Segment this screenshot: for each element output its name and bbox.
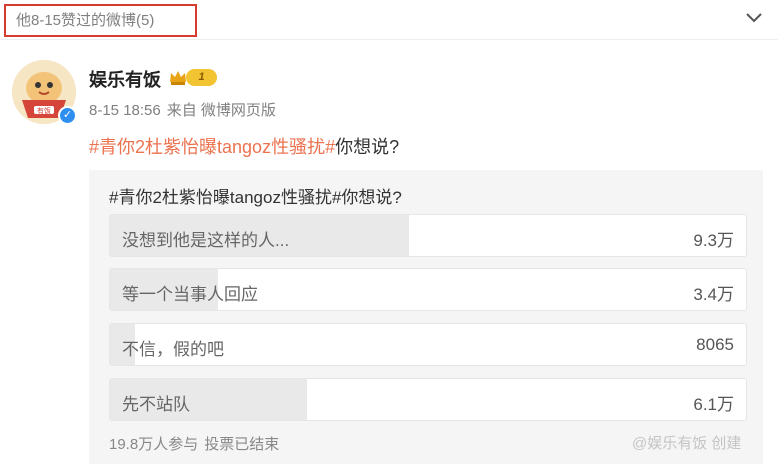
poll-option[interactable]: 不信，假的吧 8065 <box>109 323 747 366</box>
poll-option-count: 6.1万 <box>693 395 734 414</box>
avatar-text: 有饭 <box>37 106 51 115</box>
crown-icon <box>170 71 186 85</box>
post-hashtag-link[interactable]: #青你2杜紫怡曝tangoz性骚扰# <box>89 137 335 157</box>
poll-option-label: 不信，假的吧 <box>122 340 224 359</box>
poll-option-label: 等一个当事人回应 <box>122 285 258 304</box>
poll-footer: 19.8万人参与 投票已结束 <box>109 433 285 454</box>
poll-option-count: 8065 <box>696 335 734 354</box>
poll-status: 投票已结束 <box>204 436 280 453</box>
poll-option-count: 9.3万 <box>693 231 734 250</box>
poll-question: #青你2杜紫怡曝tangoz性骚扰#你想说? <box>109 188 402 207</box>
post-meta: 8-15 18:56 来自 微博网页版 <box>89 99 282 120</box>
poll-option[interactable]: 先不站队 6.1万 <box>109 378 747 421</box>
watermark: @娱乐有饭 创建 <box>632 435 742 452</box>
poll-option-count: 3.4万 <box>693 285 734 304</box>
post-body: 你想说? <box>335 137 400 157</box>
header-title: 他8-15赞过的微博(5) <box>16 12 155 29</box>
post-source: 来自 微博网页版 <box>166 102 276 119</box>
liked-posts-header: 他8-15赞过的微博(5) <box>0 0 778 40</box>
poll-option-label: 先不站队 <box>122 395 190 414</box>
post-text: #青你2杜紫怡曝tangoz性骚扰#你想说? <box>89 133 399 159</box>
username[interactable]: 娱乐有饭 <box>89 66 161 92</box>
post-date[interactable]: 8-15 18:56 <box>89 102 161 119</box>
poll-option[interactable]: 没想到他是这样的人... 9.3万 <box>109 214 747 257</box>
chevron-down-icon[interactable] <box>744 10 764 26</box>
verified-badge-icon: ✓ <box>58 106 77 125</box>
poll-card: #青你2杜紫怡曝tangoz性骚扰#你想说? 没想到他是这样的人... 9.3万… <box>89 170 763 464</box>
poll-option-label: 没想到他是这样的人... <box>122 231 290 250</box>
poll-option[interactable]: 等一个当事人回应 3.4万 <box>109 268 747 311</box>
level-badge: 1 <box>186 69 217 86</box>
poll-participants: 19.8万人参与 <box>109 436 199 453</box>
